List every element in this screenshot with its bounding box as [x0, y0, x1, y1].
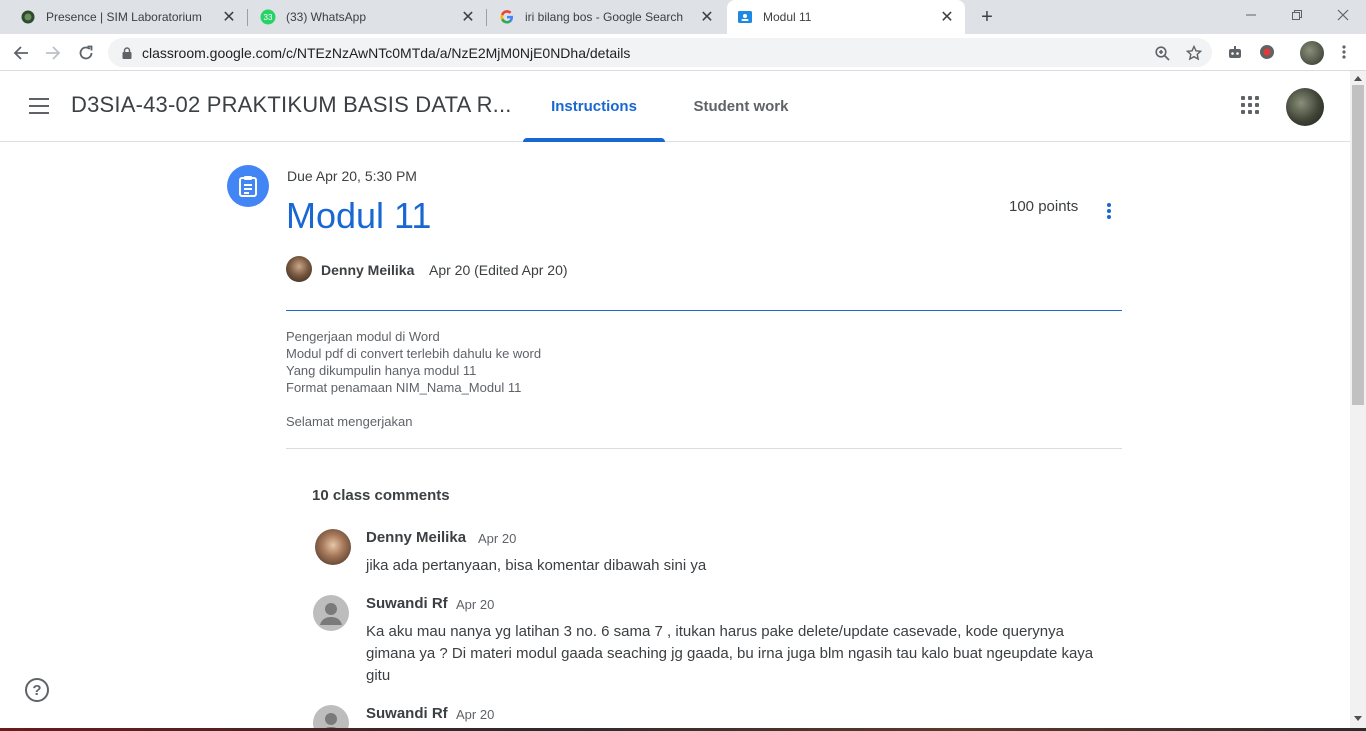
title-divider	[286, 310, 1122, 311]
browser-tab-google-search[interactable]: iri bilang bos - Google Search ✕	[487, 0, 725, 34]
forward-arrow-icon[interactable]	[40, 40, 66, 66]
class-comments-toggle[interactable]: 10 class comments	[312, 487, 450, 504]
close-icon[interactable]: ✕	[697, 7, 717, 27]
description-divider	[286, 448, 1122, 449]
posted-date: Apr 20 (Edited Apr 20)	[429, 262, 568, 278]
tab-title: (33) WhatsApp	[286, 10, 367, 24]
description-line: Selamat mengerjakan	[286, 414, 413, 429]
tab-student-work[interactable]: Student work	[670, 71, 812, 141]
comment-date: Apr 20	[456, 707, 495, 722]
tab-title: iri bilang bos - Google Search	[525, 10, 684, 24]
classroom-icon	[737, 9, 753, 25]
comment-item: Suwandi Rf Apr 20	[313, 705, 1113, 728]
commenter-name: Suwandi Rf	[366, 705, 448, 722]
class-title[interactable]: D3SIA-43-02 PRAKTIKUM BASIS DATA R...	[71, 92, 512, 118]
description-line: Format penamaan NIM_Nama_Modul 11	[286, 380, 522, 395]
comment-item: Denny Meilika Apr 20 jika ada pertanyaan…	[313, 529, 1113, 579]
commenter-name: Denny Meilika	[366, 529, 467, 546]
reload-icon[interactable]	[73, 40, 99, 66]
description-line: Pengerjaan modul di Word	[286, 329, 440, 344]
close-window-icon[interactable]	[1320, 0, 1366, 30]
svg-text:33: 33	[264, 13, 273, 22]
back-arrow-icon[interactable]	[8, 40, 34, 66]
sim-lab-favicon-icon	[20, 9, 36, 25]
classroom-header: D3SIA-43-02 PRAKTIKUM BASIS DATA R... In…	[0, 71, 1350, 142]
assignment-clipboard-icon	[227, 165, 269, 207]
default-user-avatar-icon	[313, 595, 349, 631]
commenter-name: Suwandi Rf	[366, 595, 448, 612]
browser-tab-sim-lab[interactable]: Presence | SIM Laboratorium ✕	[0, 0, 247, 34]
google-icon	[499, 9, 515, 25]
help-icon[interactable]: ?	[25, 678, 49, 702]
default-user-avatar-icon	[313, 705, 349, 728]
close-icon[interactable]: ✕	[458, 7, 478, 27]
browser-tab-modul-11[interactable]: Modul 11 ✕	[727, 0, 965, 34]
scroll-down-arrow-icon[interactable]	[1354, 716, 1362, 721]
lock-icon	[122, 46, 132, 64]
tab-title: Modul 11	[763, 10, 812, 24]
tab-label: Student work	[693, 97, 789, 115]
address-bar[interactable]: classroom.google.com/c/NTEzNzAwNTc0MTda/…	[108, 38, 1212, 67]
restore-icon[interactable]	[1274, 0, 1320, 30]
profile-avatar[interactable]	[1300, 41, 1324, 65]
description-line	[286, 396, 541, 413]
comment-date: Apr 20	[478, 531, 517, 546]
assignment-title: Modul 11	[286, 195, 432, 236]
minimize-icon[interactable]	[1228, 0, 1274, 30]
whatsapp-icon: 33	[260, 9, 276, 25]
due-date: Due Apr 20, 5:30 PM	[287, 168, 417, 184]
hamburger-menu-icon[interactable]	[26, 95, 52, 117]
description-line: Yang dikumpulin hanya modul 11	[286, 363, 477, 378]
browser-tab-whatsapp[interactable]: 33 (33) WhatsApp ✕	[248, 0, 486, 34]
comment-text: Ka aku mau nanya yg latihan 3 no. 6 sama…	[366, 623, 1094, 684]
author-avatar	[286, 256, 312, 282]
url-text: classroom.google.com/c/NTEzNzAwNTc0MTda/…	[142, 45, 631, 61]
tab-label: Instructions	[551, 97, 637, 115]
browser-toolbar: classroom.google.com/c/NTEzNzAwNTc0MTda/…	[0, 34, 1366, 71]
assignment-description: Pengerjaan modul di Word Modul pdf di co…	[286, 328, 541, 430]
record-extension-icon[interactable]	[1257, 42, 1277, 62]
more-options-icon[interactable]	[1100, 200, 1118, 222]
account-avatar[interactable]	[1286, 88, 1324, 126]
comment-text: jika ada pertanyaan, bisa komentar dibaw…	[366, 557, 707, 574]
tab-instructions[interactable]: Instructions	[523, 71, 665, 142]
browser-tab-strip: Presence | SIM Laboratorium ✕ 33 (33) Wh…	[0, 0, 1366, 34]
comment-date: Apr 20	[456, 597, 495, 612]
commenter-avatar	[315, 529, 351, 565]
scrollbar-thumb[interactable]	[1352, 85, 1364, 405]
google-apps-grid-icon[interactable]	[1240, 95, 1262, 117]
description-line: Modul pdf di convert terlebih dahulu ke …	[286, 346, 542, 361]
assignment-points: 100 points	[1009, 198, 1079, 215]
scroll-up-arrow-icon[interactable]	[1354, 76, 1362, 81]
bookmark-star-icon[interactable]	[1185, 44, 1203, 62]
browser-menu-icon[interactable]	[1334, 42, 1354, 62]
close-icon[interactable]: ✕	[219, 7, 239, 27]
tab-title: Presence | SIM Laboratorium	[46, 10, 202, 24]
author-name: Denny Meilika	[321, 262, 415, 278]
comment-item: Suwandi Rf Apr 20 Ka aku mau nanya yg la…	[313, 595, 1113, 685]
close-icon[interactable]: ✕	[937, 7, 957, 27]
new-tab-plus-icon[interactable]: +	[976, 6, 998, 28]
active-tab-indicator	[523, 138, 665, 142]
page-scrollbar[interactable]	[1350, 71, 1366, 731]
zoom-icon[interactable]	[1153, 44, 1171, 62]
robot-extension-icon[interactable]	[1225, 42, 1245, 62]
